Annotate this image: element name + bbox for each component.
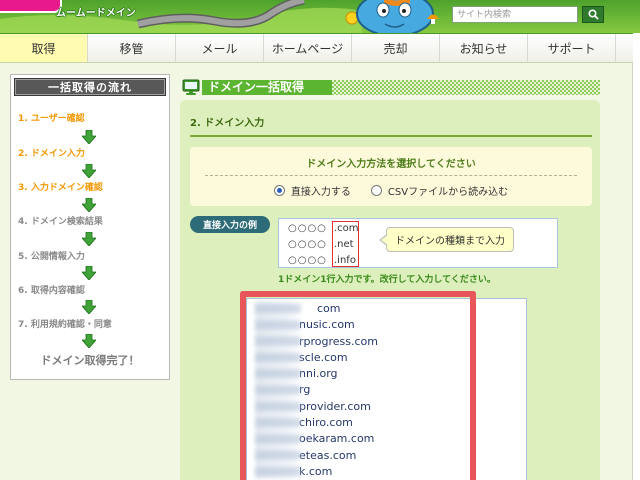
- sidebar-title: 一括取得の流れ: [14, 78, 166, 96]
- redaction-blur: [255, 301, 301, 479]
- flow-final-step: ドメイン取得完了！: [40, 354, 140, 367]
- example-domain-name: ○○○○: [288, 239, 327, 250]
- example-badge: 直接入力の例: [190, 216, 270, 233]
- down-arrow-icon: [82, 334, 96, 348]
- radio-direct-input[interactable]: [273, 184, 285, 196]
- radio-csv-upload[interactable]: [370, 184, 382, 196]
- site-header: ムームードメイン: [0, 0, 640, 33]
- input-method-prompt: ドメイン入力方法を選択してください: [306, 159, 476, 170]
- section-divider: [190, 135, 592, 137]
- nav-tab-support[interactable]: サポート: [528, 34, 616, 62]
- down-arrow-icon: [82, 130, 96, 144]
- down-arrow-icon: [82, 266, 96, 280]
- nav-tab-homepage[interactable]: ホームページ: [264, 34, 352, 62]
- option-direct-input[interactable]: 直接入力する: [273, 183, 351, 198]
- flow-step: 4. ドメイン検索結果: [18, 217, 103, 227]
- flow-step: 3. 入力ドメイン確認: [18, 183, 103, 193]
- site-search-button[interactable]: [582, 6, 604, 23]
- tld-highlight-frame: [332, 221, 359, 267]
- site-search-input[interactable]: [452, 6, 578, 23]
- flow-step: 6. 取得内容確認: [18, 286, 85, 296]
- example-domain-name: ○○○○: [288, 223, 327, 234]
- domain-input-panel: 2. ドメイン入力 ドメイン入力方法を選択してください 直接入力する CSVファ…: [180, 100, 600, 480]
- domain-list-textarea[interactable]: com nusic.com rprogress.com scle.com nni…: [246, 298, 527, 480]
- logo-text: ムームードメイン: [56, 8, 136, 19]
- example-callout: ドメインの種類まで入力: [379, 227, 514, 252]
- main-heading: ドメイン一括取得: [180, 78, 600, 96]
- down-arrow-icon: [82, 164, 96, 178]
- dashed-divider: [205, 175, 577, 176]
- option-csv-upload[interactable]: CSVファイルから読み込む: [370, 183, 509, 198]
- site-logo[interactable]: ムームードメイン: [0, 0, 140, 20]
- flow-step: 1. ユーザー確認: [18, 114, 85, 124]
- global-nav: 取得 移管 メール ホームページ 売却 お知らせ サポート: [0, 33, 633, 63]
- nav-tab-transfer[interactable]: 移管: [88, 34, 176, 62]
- section-title: 2. ドメイン入力: [190, 118, 265, 129]
- down-arrow-icon: [82, 232, 96, 246]
- flow-step: 2. ドメイン入力: [18, 149, 85, 159]
- heading-pattern: [332, 80, 600, 95]
- example-domain-name: ○○○○: [288, 255, 327, 266]
- down-arrow-icon: [82, 198, 96, 212]
- input-method-box: ドメイン入力方法を選択してください 直接入力する CSVファイルから読み込む: [190, 147, 592, 206]
- nav-tab-news[interactable]: お知らせ: [440, 34, 528, 62]
- monitor-icon: [182, 79, 200, 95]
- flow-step: 7. 利用規約確認・同意: [18, 320, 112, 330]
- search-icon: [587, 9, 599, 20]
- option-label: CSVファイルから読み込む: [387, 186, 509, 198]
- down-arrow-icon: [82, 300, 96, 314]
- nav-tab-sale[interactable]: 売却: [352, 34, 440, 62]
- nav-tab-acquire[interactable]: 取得: [0, 34, 88, 62]
- page-title: ドメイン一括取得: [202, 80, 332, 95]
- nav-tab-mail[interactable]: メール: [176, 34, 264, 62]
- input-instruction: 1ドメイン1行入力です。改行して入力してください。: [278, 275, 496, 285]
- flow-step: 5. 公開情報入力: [18, 252, 85, 262]
- input-method-options: 直接入力する CSVファイルから読み込む: [190, 183, 592, 198]
- option-label: 直接入力する: [290, 186, 351, 198]
- flow-sidebar: 一括取得の流れ 1. ユーザー確認 2. ドメイン入力 3. 入力ドメイン確認 …: [10, 74, 170, 380]
- page: ムームードメイン 取得 移管 メール ホームページ 売却 お知らせ サポート 一…: [0, 0, 640, 480]
